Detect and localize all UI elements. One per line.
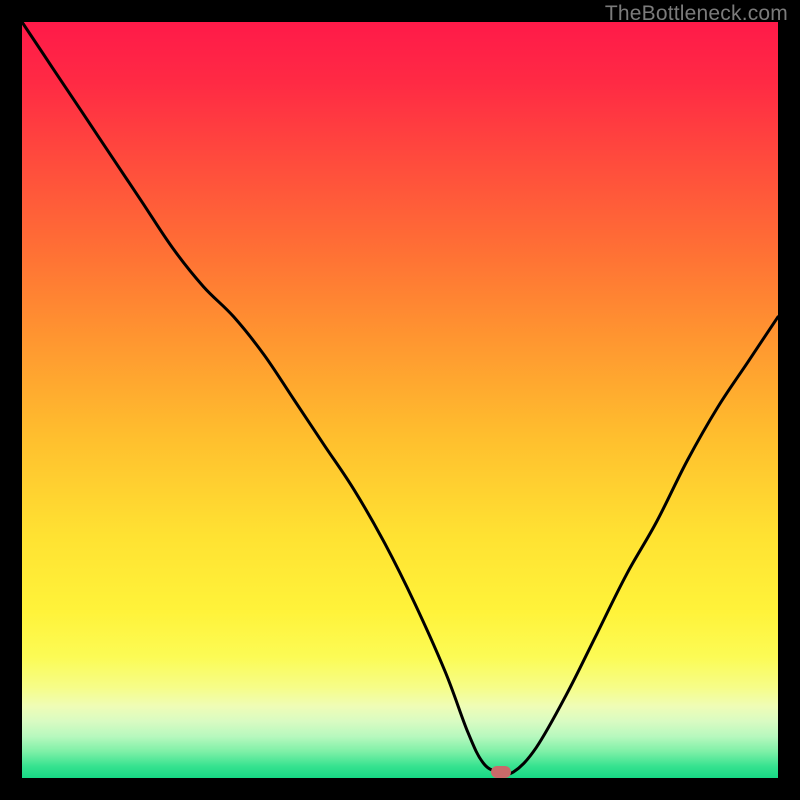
optimal-point-marker bbox=[491, 766, 511, 778]
bottleneck-curve bbox=[22, 22, 778, 778]
chart-stage: TheBottleneck.com bbox=[0, 0, 800, 800]
plot-area bbox=[22, 22, 778, 778]
